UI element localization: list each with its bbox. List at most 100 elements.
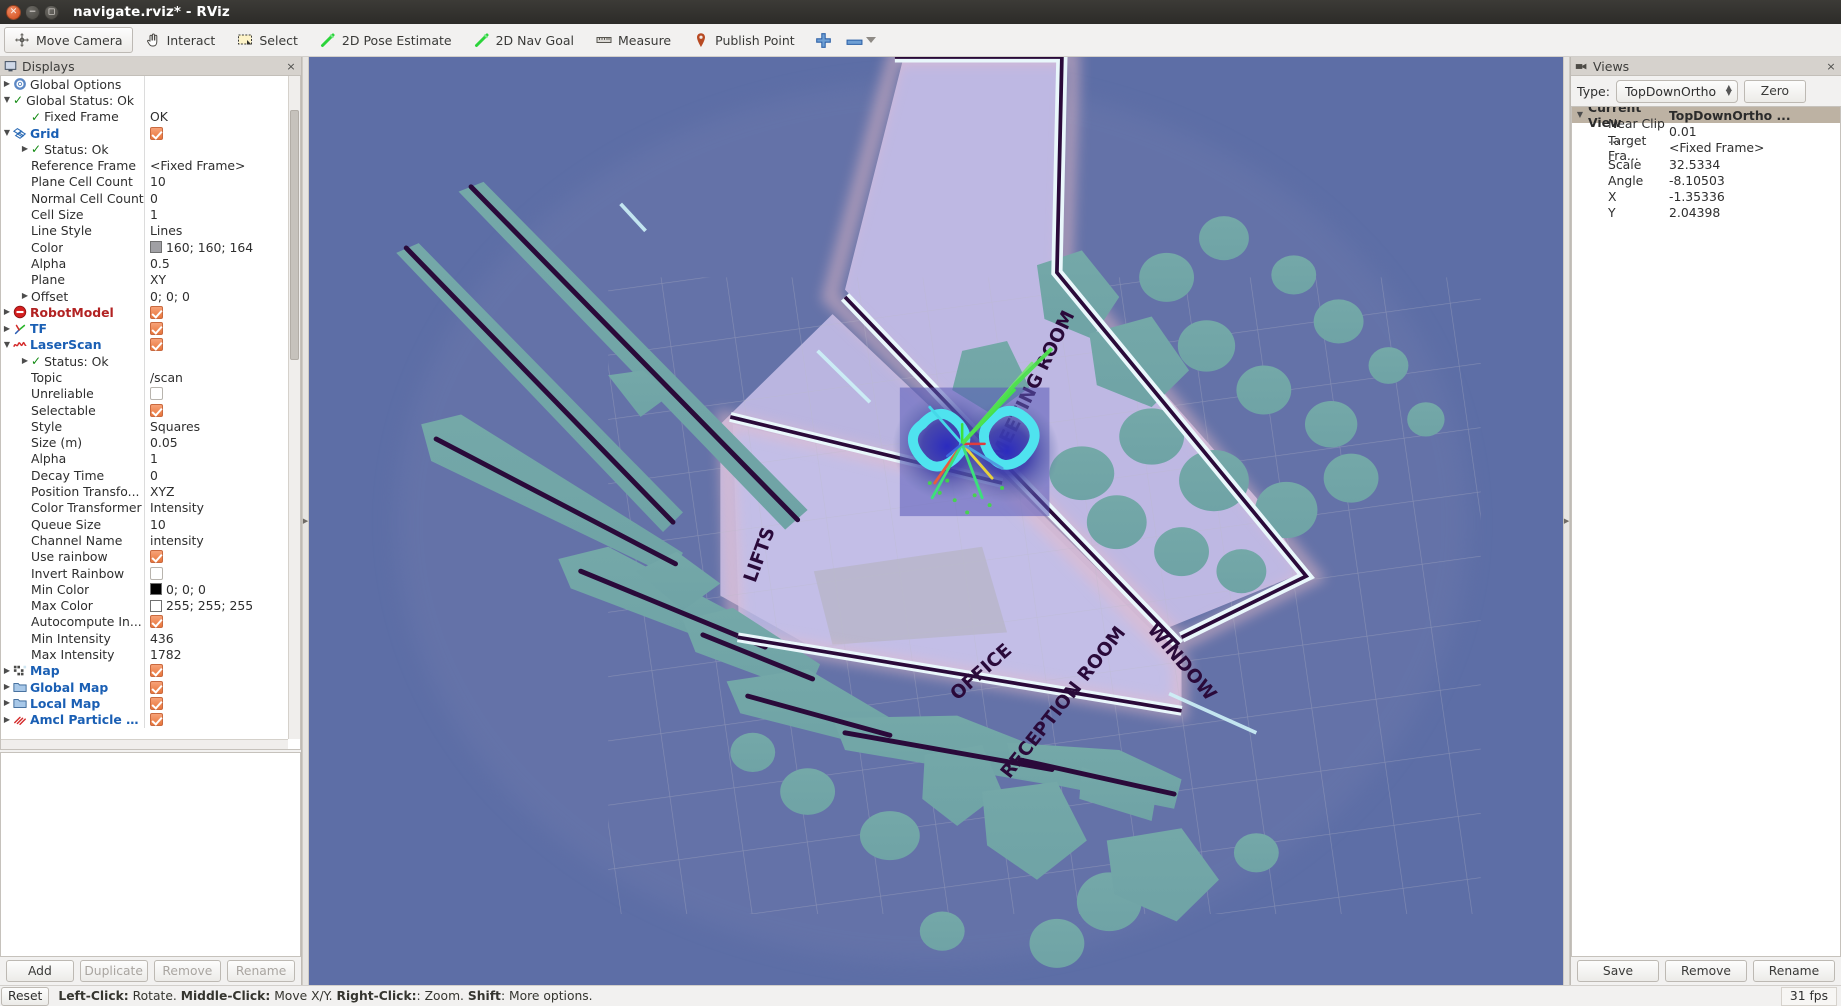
display-tree-row[interactable]: ✓ Fixed Frame OK [1,108,288,125]
rename-view-button[interactable]: Rename [1753,960,1835,982]
display-row-value-cell[interactable]: 1 [145,451,288,466]
display-tree-row[interactable]: Max Color 255; 255; 255 [1,597,288,614]
display-tree-row[interactable]: Autocompute In... [1,613,288,631]
display-tree-row[interactable]: Normal Cell Count 0 [1,190,288,207]
display-row-value-cell[interactable] [145,566,288,580]
display-enable-checkbox[interactable] [150,566,163,580]
display-row-value-cell[interactable]: 0.05 [145,435,288,450]
color-swatch[interactable] [150,583,162,596]
display-row-value-cell[interactable]: OK [145,109,288,124]
color-swatch[interactable] [150,241,162,254]
display-row-value-cell[interactable]: XY [145,272,288,287]
display-row-value-cell[interactable]: 0 [145,191,288,206]
display-row-value-cell[interactable]: 10 [145,174,288,189]
chevron-down-icon[interactable] [1,129,13,137]
views-property-value[interactable]: <Fixed Frame> [1666,140,1840,155]
display-row-value-cell[interactable] [145,615,288,629]
display-row-value-cell[interactable]: 0 [145,468,288,483]
display-row-value-cell[interactable] [145,680,288,694]
display-tree-row[interactable]: Unreliable [1,385,288,402]
chevron-down-icon[interactable] [1,96,13,104]
display-tree-row[interactable]: Color Transformer Intensity [1,499,288,517]
left-panel-collapse-handle[interactable]: ▶ [302,57,309,985]
display-row-value-cell[interactable] [145,322,288,336]
display-tree-row[interactable]: Reference Frame <Fixed Frame> [1,157,288,174]
display-row-value-cell[interactable]: Lines [145,223,288,238]
right-panel-collapse-handle[interactable]: ▶ [1563,57,1570,985]
display-row-value-cell[interactable] [145,550,288,564]
display-enable-checkbox[interactable] [150,387,163,401]
displays-vscroll-thumb[interactable] [290,110,299,360]
chevron-right-icon[interactable] [1,683,13,691]
tool-interact[interactable]: Interact [135,27,226,53]
views-property-row[interactable]: Angle -8.10503 [1572,172,1840,188]
views-property-value[interactable]: 32.5334 [1666,157,1840,172]
color-swatch[interactable] [150,599,162,612]
display-tree-row[interactable]: Map [1,662,288,679]
views-close-icon[interactable]: × [1825,60,1837,73]
display-enable-checkbox[interactable] [150,713,163,727]
display-tree-row[interactable]: Topic/scan [1,369,288,386]
chevron-right-icon[interactable] [1,325,13,333]
display-row-value-cell[interactable]: 1782 [145,647,288,662]
display-row-value-cell[interactable]: 0; 0; 0 [145,582,288,597]
views-property-value[interactable]: -1.35336 [1666,189,1840,204]
tool-2d-pose-estimate[interactable]: 2D Pose Estimate [310,27,462,53]
display-tree-row[interactable]: Min Intensity 436 [1,630,288,647]
display-tree-row[interactable]: Amcl Particle S... [1,711,288,728]
display-enable-checkbox[interactable] [150,550,163,564]
views-type-combobox[interactable]: TopDownOrtho ▲ ▼ [1615,79,1738,103]
duplicate-display-button[interactable]: Duplicate [79,960,148,982]
views-property-value[interactable]: 0.01 [1666,124,1840,139]
displays-close-icon[interactable]: × [285,60,297,73]
display-tree-row[interactable]: ✓Status: Ok [1,353,288,370]
tool-2d-nav-goal[interactable]: 2D Nav Goal [464,27,584,53]
chevron-down-icon[interactable] [865,37,876,43]
save-view-button[interactable]: Save [1577,960,1659,982]
tool-move-camera[interactable]: Move Camera [4,27,133,53]
views-property-row[interactable]: Scale 32.5334 [1572,156,1840,172]
views-property-value[interactable]: TopDownOrtho ... [1666,108,1840,123]
display-tree-row[interactable]: TF [1,320,288,337]
views-property-row[interactable]: Y 2.04398 [1572,205,1840,221]
display-tree-row[interactable]: Grid [1,124,288,142]
display-enable-checkbox[interactable] [150,696,163,710]
views-property-row[interactable]: Target Fra... <Fixed Frame> [1572,133,1840,163]
display-enable-checkbox[interactable] [150,126,163,140]
display-tree-row[interactable]: Global Options [1,76,288,93]
window-close-button[interactable]: ✕ [6,4,21,20]
remove-view-button[interactable]: Remove [1665,960,1747,982]
display-enable-checkbox[interactable] [150,322,163,336]
window-minimize-button[interactable]: − [25,4,40,20]
display-row-value-cell[interactable]: 0; 0; 0 [145,289,288,304]
display-row-value-cell[interactable] [145,338,288,352]
chevron-right-icon[interactable] [1,80,13,88]
views-property-value[interactable]: -8.10503 [1666,173,1840,188]
display-row-value-cell[interactable] [145,713,288,727]
display-tree-row[interactable]: Cell Size 1 [1,206,288,223]
display-tree-row[interactable]: Position Transfo... XYZ [1,483,288,500]
tool-measure[interactable]: Measure [586,27,681,53]
tool-select[interactable]: Select [227,27,308,53]
display-row-value-cell[interactable]: /scan [145,370,288,385]
display-tree-row[interactable]: Style Squares [1,418,288,435]
rename-display-button[interactable]: Rename [227,960,295,982]
reset-button[interactable]: Reset [1,986,50,1006]
display-row-value-cell[interactable]: 255; 255; 255 [145,598,288,613]
display-row-value-cell[interactable]: 10 [145,517,288,532]
tool-publish-point[interactable]: Publish Point [683,27,805,53]
display-tree-row[interactable]: Plane XY [1,271,288,288]
display-row-value-cell[interactable]: Squares [145,419,288,434]
displays-vertical-scrollbar[interactable] [288,76,300,739]
display-tree-row[interactable]: Channel Name intensity [1,532,288,549]
display-tree-row[interactable]: Local Map [1,695,288,712]
display-tree-row[interactable]: Queue Size 10 [1,516,288,533]
chevron-right-icon[interactable] [19,145,31,153]
display-row-value-cell[interactable]: Intensity [145,500,288,515]
chevron-right-icon[interactable] [1,716,13,724]
display-row-value-cell[interactable]: intensity [145,533,288,548]
plus-icon[interactable] [815,32,832,49]
display-row-value-cell[interactable]: <Fixed Frame> [145,158,288,173]
display-row-value-cell[interactable]: 436 [145,631,288,646]
chevron-right-icon[interactable] [1,308,13,316]
